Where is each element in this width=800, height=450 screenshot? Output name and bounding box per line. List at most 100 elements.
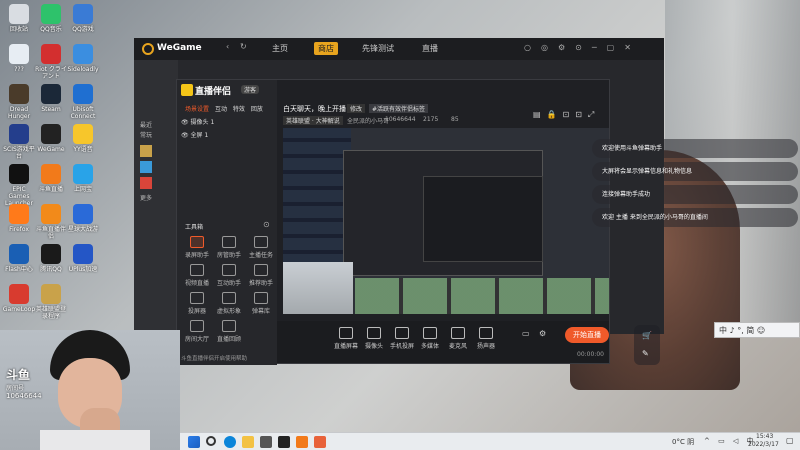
weather-text[interactable]: 0°C 阴 [672, 437, 694, 447]
back-icon[interactable]: ‹ [226, 42, 229, 51]
skull-app-icon[interactable] [260, 436, 272, 448]
toolbox-button[interactable]: 互动助手 [215, 264, 243, 287]
camera-icon[interactable]: ▭ [522, 329, 530, 338]
scene-item[interactable]: 👁 全屏 1 [181, 130, 208, 139]
settings-icon[interactable]: ⚙ [539, 329, 546, 338]
toolbox-button[interactable]: 房管助手 [215, 236, 243, 259]
search-icon[interactable] [206, 436, 216, 446]
desktop-icon[interactable]: 腾讯QQ [34, 244, 68, 273]
orange-app-icon[interactable] [314, 436, 326, 448]
scene-tab-2[interactable]: 特效 [233, 106, 245, 113]
stream-tag[interactable]: #活跃有效伴侣标签 [369, 104, 429, 113]
notification-center-icon[interactable]: ▢ [786, 436, 794, 445]
bottom-tool-button[interactable]: 摄像头 [361, 327, 387, 350]
eye-icon[interactable]: 👁 [181, 119, 189, 126]
file-explorer-icon[interactable] [242, 436, 254, 448]
toolbox-button[interactable]: 虚拟形象 [215, 292, 243, 315]
desktop-icon[interactable]: 上网宝 [66, 164, 100, 193]
scene-tab-0[interactable]: 场景设置 [185, 106, 209, 113]
bottom-tool-button[interactable]: 多媒体 [417, 327, 443, 350]
sidebar-game-1-icon[interactable] [140, 145, 152, 157]
desktop-icon[interactable]: ??? [2, 44, 36, 73]
scene-tab-3[interactable]: 回放 [251, 106, 263, 113]
desktop-icon[interactable]: 英雄联盟登录程序 [34, 284, 68, 320]
toolbox-button[interactable]: 录屏助手 [183, 236, 211, 259]
bottom-tool-button[interactable]: 扬声器 [473, 327, 499, 350]
clock-date[interactable]: 2022/3/17 [748, 441, 779, 448]
desktop-icon[interactable]: QQ游戏 [66, 4, 100, 33]
sidebar-game-2-icon[interactable] [140, 161, 152, 173]
desktop-icon[interactable]: Flash中心 [2, 244, 36, 273]
ime-toolbar[interactable]: 中 ♪ °, 简 ☺ [714, 322, 800, 338]
bottom-tool-button[interactable]: 麦克风 [445, 327, 471, 350]
toolbox-button[interactable]: 投屏器 [183, 292, 211, 315]
fans-count: 2175 [423, 116, 439, 123]
ime-text: 中 ♪ °, 简 ☺ [719, 326, 766, 335]
edit-title-button[interactable]: 修改 [347, 104, 366, 113]
tab-live[interactable]: 直播 [422, 43, 438, 54]
scene-tabs: 场景设置 互动 特效 回放 [185, 104, 281, 113]
start-live-button[interactable]: 开始直播 [565, 327, 609, 343]
desktop-icon[interactable]: Sideloadly [66, 44, 100, 73]
preview-nested-window-2 [423, 176, 543, 262]
wegame-brand: WeGame [157, 43, 202, 53]
desktop-icon[interactable]: SCIS游戏平台 [2, 124, 36, 160]
desktop-icon[interactable]: QQ音乐 [34, 4, 68, 33]
preview-canvas[interactable] [283, 128, 609, 314]
tab-home[interactable]: 主页 [272, 43, 288, 54]
tab-pioneer[interactable]: 先锋测试 [362, 43, 394, 54]
desktop-icon[interactable]: YY语音 [66, 124, 100, 153]
desktop-icon-label: GameLoop [2, 306, 36, 313]
desktop-icon[interactable]: Firefox [2, 204, 36, 233]
scene-item[interactable]: 👁 摄像头 1 [181, 117, 214, 126]
desktop-icon[interactable]: Ubisoft Connect [66, 84, 100, 120]
scene-tab-1[interactable]: 互动 [215, 106, 227, 113]
notification-3: 连接弹幕助手成功 [592, 185, 798, 204]
edge-icon[interactable] [224, 436, 236, 448]
tool-icon [190, 320, 204, 332]
toolbox-button[interactable]: 房间大厅 [183, 320, 211, 343]
douyu-taskbar-icon[interactable] [296, 436, 308, 448]
refresh-icon[interactable]: ↻ [240, 42, 247, 51]
header-icons[interactable]: ▤🔒⊡⊡⤢ [533, 110, 600, 120]
toolbox-settings-icon[interactable]: ⊙ [263, 220, 270, 229]
bottom-tool-button[interactable]: 手机投屏 [389, 327, 415, 350]
desktop-icon[interactable]: GameLoop [2, 284, 36, 313]
stream-category[interactable]: 英雄联盟 · 大神解说 [283, 116, 343, 125]
live-companion-window: 直播伴侣 游客 场景设置 互动 特效 回放 👁 摄像头 1 👁 全屏 1 工具箱… [176, 79, 610, 365]
desktop-icon[interactable]: UPlus加速 [66, 244, 100, 273]
desktop-icon[interactable]: 斗鱼直播 [34, 164, 68, 193]
toolbox-button[interactable]: 直播回顾 [215, 320, 243, 343]
desktop-icon[interactable]: 星球大战游 [66, 204, 100, 233]
desktop-icon[interactable]: WeGame [34, 124, 68, 153]
bottom-tool-button[interactable]: 直播屏幕 [333, 327, 359, 350]
app-icon [41, 164, 61, 184]
desktop-icon[interactable]: 回收站 [2, 4, 36, 33]
wegame-taskbar-icon[interactable] [278, 436, 290, 448]
toolbox-button[interactable]: 视频直播 [183, 264, 211, 287]
sidebar-game-3-icon[interactable] [140, 177, 152, 189]
desktop-icon[interactable]: Dread Hunger [2, 84, 36, 120]
clock-time[interactable]: 15:43 [756, 433, 773, 440]
windows-start-icon[interactable] [188, 436, 200, 448]
streamer-shirt [40, 430, 150, 450]
desktop-icon[interactable]: EPIC Games Launcher [2, 164, 36, 207]
edit-icon[interactable]: ✎ [642, 349, 649, 358]
cart-icon[interactable]: 🛒 [642, 331, 652, 340]
desktop-icon[interactable]: Steam [34, 84, 68, 113]
window-controls[interactable]: ○◎⚙⊙─▢✕ [524, 43, 641, 52]
eye-icon[interactable]: 👁 [181, 132, 189, 139]
app-icon [9, 4, 29, 24]
live-left-panel: 直播伴侣 游客 场景设置 互动 特效 回放 👁 摄像头 1 👁 全屏 1 工具箱… [177, 80, 277, 365]
desktop-icon[interactable]: Riot クライアント [34, 44, 68, 80]
tool-icon [222, 292, 236, 304]
tab-store[interactable]: 商店 [314, 42, 338, 55]
desktop-icon[interactable]: 斗鱼直播伴侣 [34, 204, 68, 240]
status-left: 斗鱼直播伴侣开启使用帮助 [181, 356, 248, 362]
tool-icon [254, 264, 268, 276]
app-icon [41, 204, 61, 224]
toolbox-button[interactable]: 推荐助手 [247, 264, 275, 287]
tool-icon [222, 264, 236, 276]
toolbox-button[interactable]: 弹幕库 [247, 292, 275, 315]
toolbox-button[interactable]: 主播任务 [247, 236, 275, 259]
